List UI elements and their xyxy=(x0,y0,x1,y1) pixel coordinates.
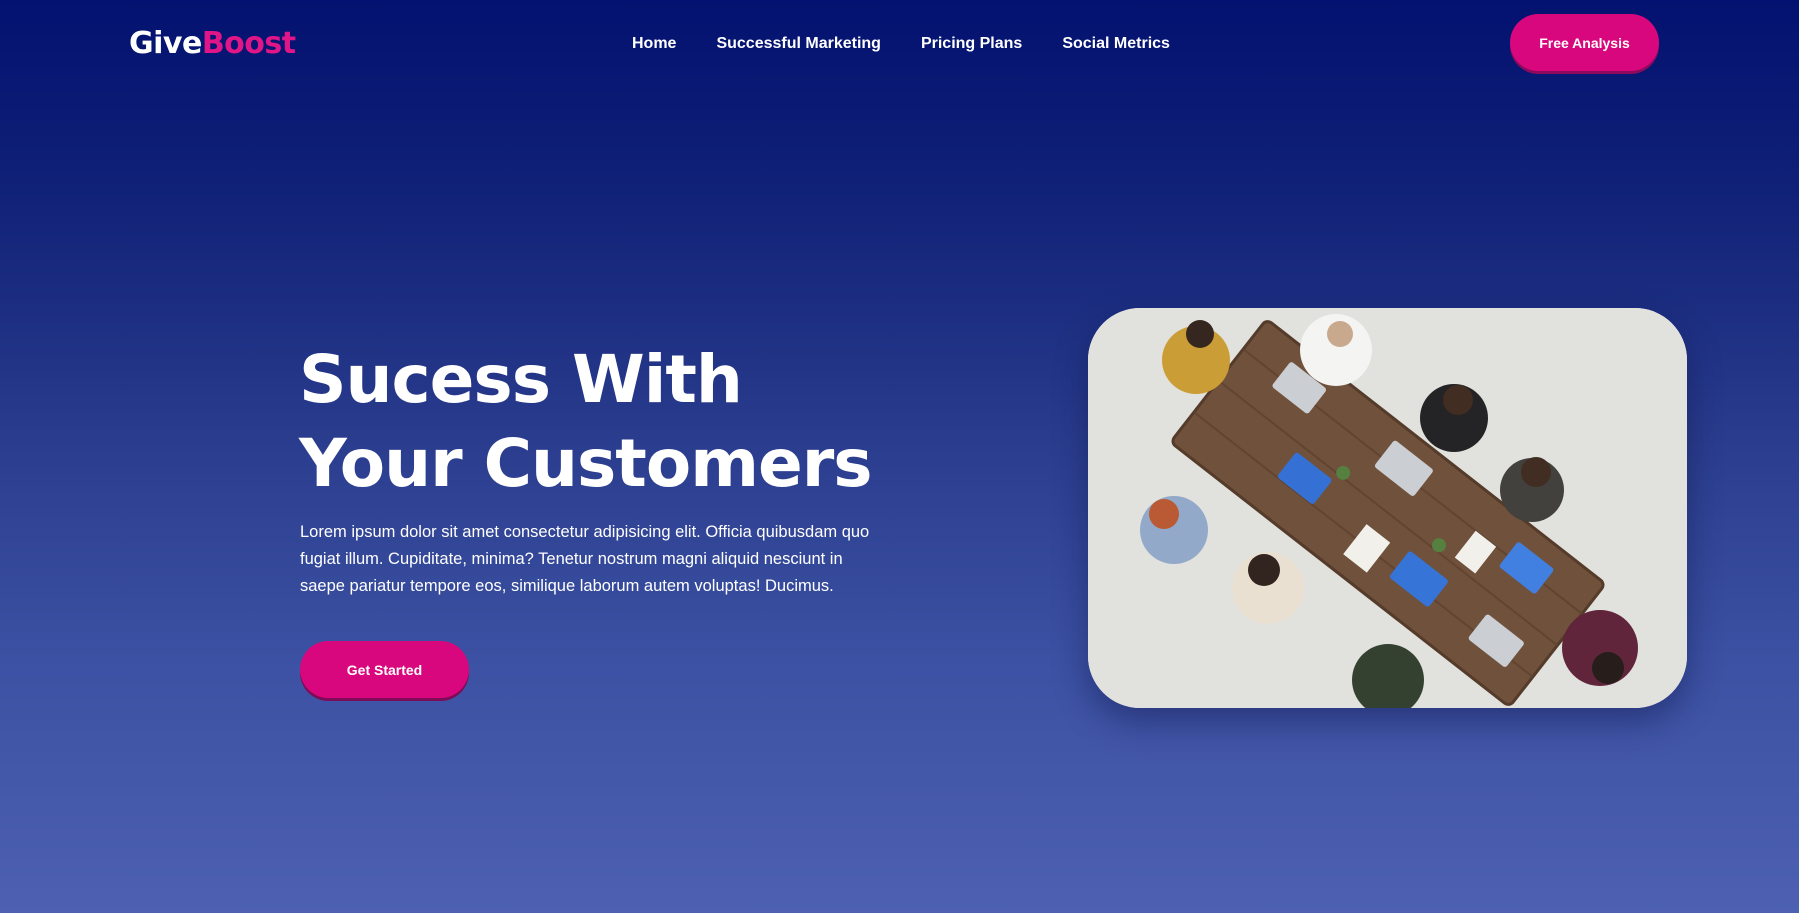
nav-link-successful-marketing[interactable]: Successful Marketing xyxy=(716,34,881,54)
hero-description: Lorem ipsum dolor sit amet consectetur a… xyxy=(300,523,870,595)
hero-title-line-1: Sucess With xyxy=(299,341,743,418)
get-started-button[interactable]: Get Started xyxy=(300,641,469,698)
hero-title: Sucess With Your Customers xyxy=(299,338,873,506)
team-meeting-illustration xyxy=(1088,308,1687,708)
site-header: GiveBoost Home Successful Marketing Pric… xyxy=(0,0,1799,90)
main-nav: Home Successful Marketing Pricing Plans … xyxy=(632,34,1170,54)
brand-logo[interactable]: GiveBoost xyxy=(129,26,296,62)
hero-title-line-2: Your Customers xyxy=(299,425,873,502)
nav-link-home[interactable]: Home xyxy=(632,34,676,54)
nav-link-social-metrics[interactable]: Social Metrics xyxy=(1062,34,1170,54)
hero-team-meeting-image xyxy=(1088,308,1687,708)
free-analysis-button[interactable]: Free Analysis xyxy=(1510,14,1659,71)
brand-logo-part-give: Give xyxy=(129,26,202,61)
nav-link-pricing-plans[interactable]: Pricing Plans xyxy=(921,34,1022,54)
brand-logo-part-boost: Boost xyxy=(201,26,296,61)
